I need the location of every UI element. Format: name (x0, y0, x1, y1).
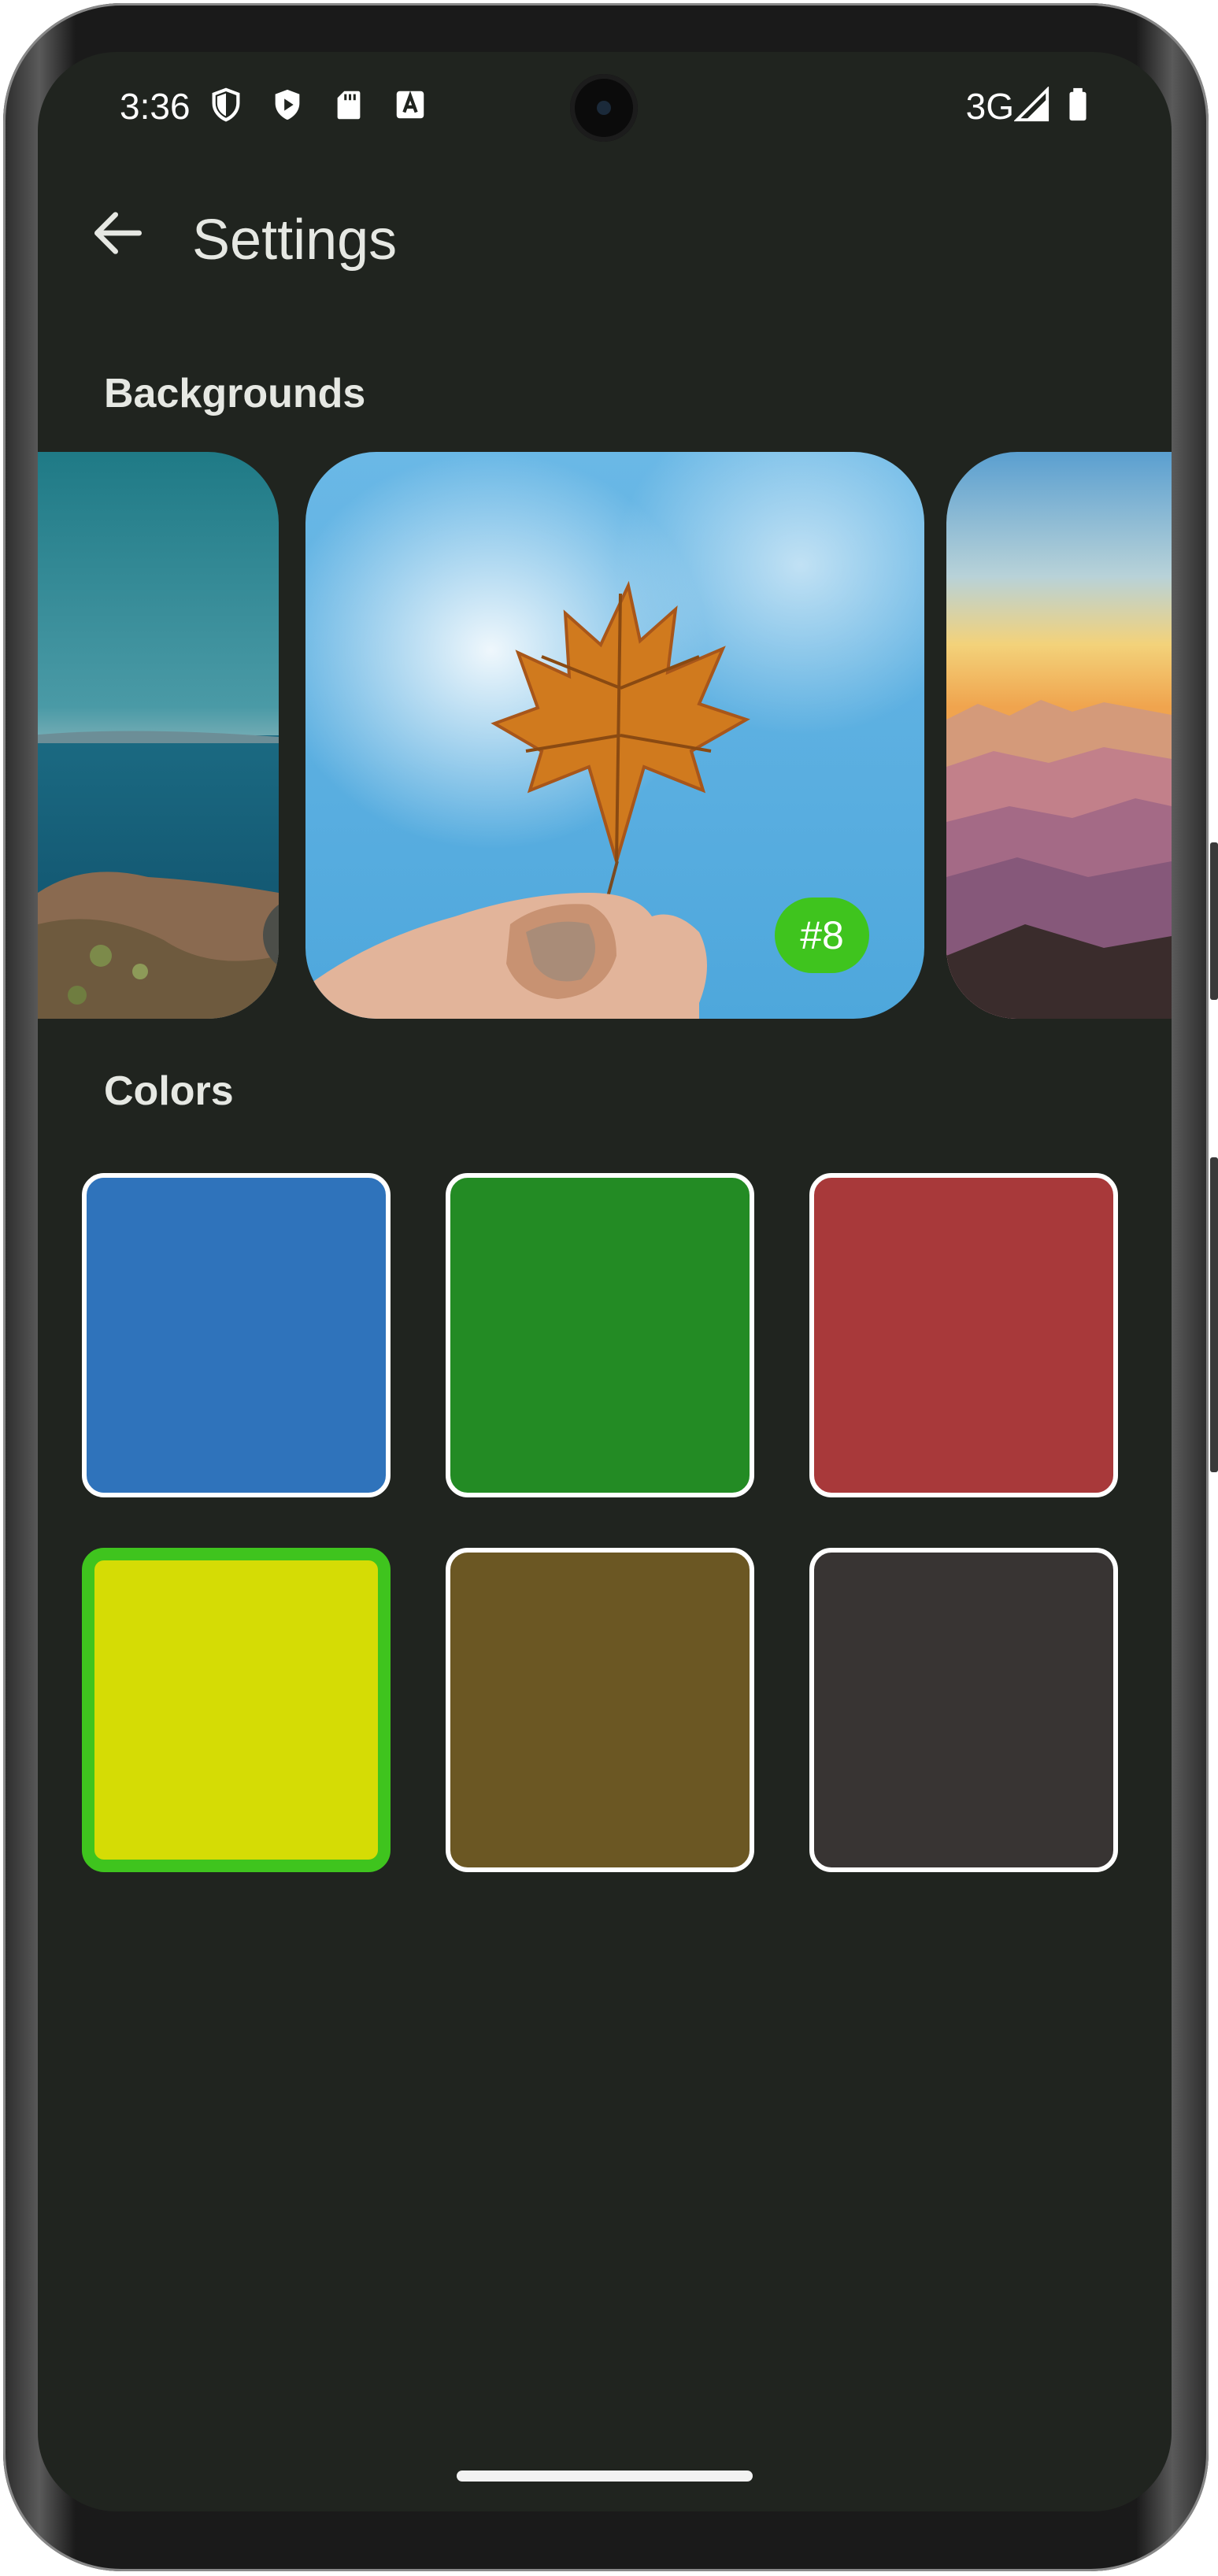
font-a-icon (396, 91, 424, 119)
color-swatch-green[interactable] (446, 1173, 754, 1497)
page-title: Settings (192, 209, 398, 272)
color-swatch-blue[interactable] (82, 1173, 391, 1497)
network-type: 3G (965, 86, 1014, 127)
phone-device: 3:36 3G Settings Backgrounds #8 Colors (0, 0, 1218, 2576)
volume-button (1210, 1157, 1218, 1472)
color-swatch-red[interactable] (809, 1173, 1118, 1497)
backgrounds-carousel[interactable]: #7 (38, 452, 1172, 1019)
color-swatch-yellow-selected[interactable] (82, 1548, 391, 1872)
screen: 3:36 3G Settings Backgrounds #8 Colors (38, 52, 1172, 2511)
background-card[interactable]: #7 (38, 452, 279, 1019)
background-card[interactable]: #9 (946, 452, 1172, 1019)
color-swatch-brown[interactable] (446, 1548, 754, 1872)
front-camera (570, 74, 638, 142)
mountain-sunset-image (946, 452, 1172, 1019)
shield-outline-icon (212, 87, 240, 122)
background-card-selected[interactable]: #8 (305, 452, 924, 1019)
status-bar: 3:36 3G (38, 52, 1172, 162)
sd-card-icon (337, 91, 361, 120)
arrow-back-icon[interactable] (87, 202, 150, 265)
background-number-badge: #8 (775, 898, 869, 973)
sea-coast-image (38, 452, 279, 1019)
battery-icon (1069, 87, 1087, 121)
shield-play-icon (275, 89, 300, 120)
backgrounds-heading: Backgrounds (104, 371, 366, 416)
power-button (1210, 842, 1218, 1000)
color-swatch-charcoal[interactable] (809, 1548, 1118, 1872)
status-time: 3:36 (120, 86, 191, 127)
home-indicator[interactable] (457, 2471, 753, 2482)
signal-icon (1014, 87, 1050, 122)
colors-heading: Colors (104, 1068, 234, 1114)
